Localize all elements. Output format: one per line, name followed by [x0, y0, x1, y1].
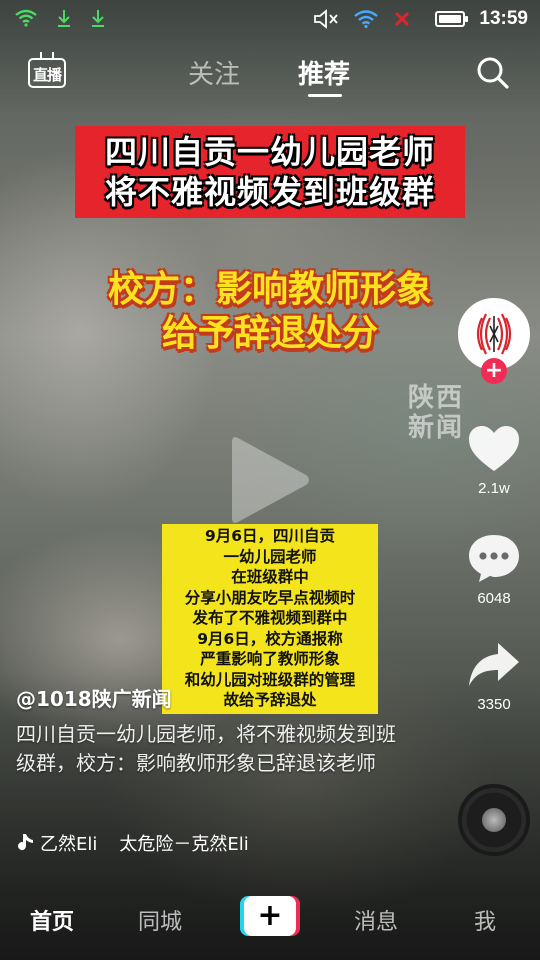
- headline-line: 将不雅视频发到班级群: [104, 173, 435, 211]
- notice-line: 一幼儿园老师: [223, 547, 317, 566]
- live-label: 直播: [32, 66, 62, 84]
- notice-line: 9月6日，四川自贡: [204, 527, 336, 545]
- share-count: 3350: [477, 696, 511, 713]
- like-count: 2.1w: [478, 480, 510, 497]
- nav-nearby[interactable]: 同城: [138, 904, 182, 936]
- search-icon[interactable]: [476, 56, 510, 90]
- author-avatar-group[interactable]: +: [456, 298, 532, 388]
- music-disc[interactable]: [458, 784, 530, 856]
- download-icon: [92, 10, 104, 27]
- share-arrow-icon: [469, 643, 519, 686]
- status-time: 13:59: [479, 8, 528, 29]
- notice-line: 故给予辞退处: [223, 691, 317, 709]
- notice-line: 分享小朋友吃早点视频时: [184, 588, 356, 607]
- create-button[interactable]: +: [240, 896, 300, 936]
- download-icon: [58, 10, 70, 27]
- battery-fill: [439, 15, 462, 23]
- music-title: 乙然Eli 太危险－克然Eli: [40, 830, 249, 856]
- heart-icon: [469, 426, 519, 471]
- live-button[interactable]: 直播: [28, 52, 66, 88]
- comment-icon: [469, 535, 519, 582]
- nav-me[interactable]: 我: [474, 904, 496, 936]
- nav-home[interactable]: 首页: [30, 904, 74, 936]
- tab-recommend[interactable]: 推荐: [298, 54, 350, 91]
- video-caption: 四川自贡一幼儿园老师，将不雅视频发到班级群，校方：影响教师形象已辞退该老师: [16, 722, 396, 775]
- notice-box: 9月6日，四川自贡 一幼儿园老师 在班级群中 分享小朋友吃早点视频时 发布了不雅…: [162, 524, 378, 714]
- notice-line: 在班级群中: [231, 568, 309, 586]
- disc-cover: [482, 808, 506, 832]
- play-icon[interactable]: [228, 432, 312, 528]
- subtitle-line: 校方：影响教师形象: [107, 269, 432, 310]
- music-title-part: 太危险－克然Eli: [119, 834, 249, 855]
- wifi-icon: [15, 9, 37, 27]
- share-button[interactable]: 3350: [456, 640, 532, 713]
- music-marquee[interactable]: 乙然Eli 太危险－克然Eli: [16, 830, 456, 856]
- plus-icon: +: [244, 896, 296, 936]
- subtitle-line: 给予辞退处分: [161, 313, 378, 354]
- headline-banner: 四川自贡一幼儿园老师 将不雅视频发到班级群: [75, 126, 465, 218]
- comment-button[interactable]: 6048: [456, 532, 532, 607]
- status-left-icons: [14, 8, 106, 28]
- active-tab-indicator: [308, 94, 342, 97]
- nav-messages[interactable]: 消息: [354, 904, 398, 936]
- headline-line: 四川自贡一幼儿园老师: [104, 133, 435, 171]
- battery-icon: [435, 11, 469, 27]
- notice-line: 严重影响了教师形象: [200, 650, 340, 668]
- like-button[interactable]: 2.1w: [456, 424, 532, 497]
- status-right-icons: 13:59: [313, 8, 528, 30]
- notice-line: 9月6日，校方通报称: [197, 629, 343, 648]
- status-bar: 13:59: [0, 0, 540, 40]
- comment-count: 6048: [477, 590, 511, 607]
- author-name[interactable]: @1018陕广新闻: [16, 683, 172, 712]
- video-subtitle: 校方：影响教师形象 给予辞退处分: [60, 268, 480, 356]
- notice-line: 和幼儿园对班级群的管理: [184, 670, 356, 689]
- notice-line: 发布了不雅视频到群中: [192, 609, 348, 627]
- tab-follow[interactable]: 关注: [188, 54, 240, 91]
- wifi-icon: [354, 10, 379, 29]
- bottom-nav: 首页 同城 + 消息 我: [0, 888, 540, 960]
- follow-button[interactable]: +: [481, 358, 507, 384]
- music-title-part: 乙然Eli: [40, 834, 98, 855]
- no-signal-icon: [395, 11, 410, 27]
- music-note-icon: [18, 834, 33, 851]
- mute-icon: [314, 9, 339, 29]
